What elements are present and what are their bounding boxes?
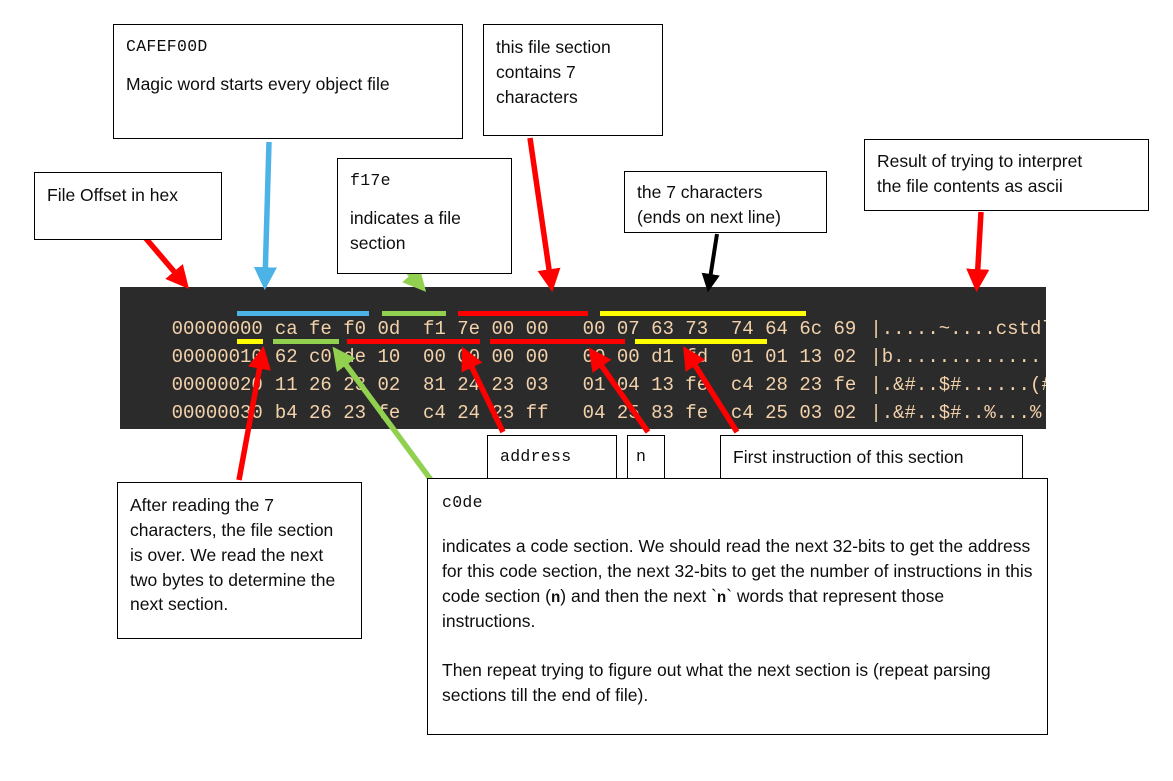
callout-ascii-result: Result of trying to interpret the file c… [864,139,1149,211]
callout-c0de: c0de indicates a code section. We should… [427,478,1048,735]
callout-seven-characters: the 7 characters (ends on next line) [624,171,827,233]
callout-first-instruction: First instruction of this section [720,435,1023,479]
hex-row: 00000020 11 26 23 02 81 24 23 03 01 04 13… [120,343,1046,396]
hex-dump-panel: 00000000 ca fe f0 0d f1 7e 00 00 00 07 63… [120,287,1046,429]
hex-row: 00000040b5 70 63 00 40 00 6f ff 04 25 03… [120,399,1046,427]
underline-code-section-tag [273,339,339,344]
ascii-result-line2: the file contents as ascii [877,175,1063,196]
f17e-code: f17e [350,171,391,190]
arrow-char-count [527,137,561,293]
underline-chars-row1 [237,339,263,344]
hex-row: 00000030 b4 26 23 fe c4 24 23 ff 04 25 83… [120,371,1046,424]
seven-characters-line1: the 7 characters [637,182,763,202]
arrow-magic-word [253,141,277,291]
callout-n: n [627,435,665,479]
f17e-text: indicates a file section [350,208,461,254]
underline-instruction-count [490,339,625,344]
underline-char-count [458,311,588,316]
arrow-seven-characters [701,233,720,293]
callout-f17e: f17e indicates a file section [337,158,512,274]
arrow-ascii-result [966,211,990,293]
underline-code-address [347,339,480,344]
c0de-para1-b: ) and then the next ` [560,586,717,607]
callout-address: address [487,435,617,479]
c0de-para1-n: n [550,589,561,608]
n-code: n [636,447,647,466]
file-offset-text: File Offset in hex [47,185,178,205]
c0de-code: c0de [442,493,483,512]
underline-first-instruction [635,339,767,344]
ascii-result-line1: Result of trying to interpret [877,151,1083,171]
callout-file-section-chars: this file section contains 7 characters [483,24,663,136]
file-section-chars-text: this file section contains 7 characters [496,37,611,107]
c0de-paragraph-2: Then repeat trying to figure out what th… [442,659,991,705]
underline-chars-row0 [600,311,806,316]
magic-word-code: CAFEF00D [126,37,208,56]
first-instruction-text: First instruction of this section [733,447,964,467]
c0de-paragraph-1: indicates a code section. We should read… [442,534,1033,634]
callout-after-reading: After reading the 7 characters, the file… [117,482,362,639]
underline-magic-word [237,311,369,316]
magic-word-text: Magic word starts every object file [126,74,390,95]
c0de-para1-n2: n [716,589,727,608]
after-reading-text: After reading the 7 characters, the file… [130,495,336,615]
callout-magic-word: CAFEF00D Magic word starts every object … [113,24,463,139]
address-code: address [500,447,572,466]
underline-file-section-tag [382,311,446,316]
callout-file-offset: File Offset in hex [34,172,222,240]
seven-characters-line2: (ends on next line) [637,206,781,227]
